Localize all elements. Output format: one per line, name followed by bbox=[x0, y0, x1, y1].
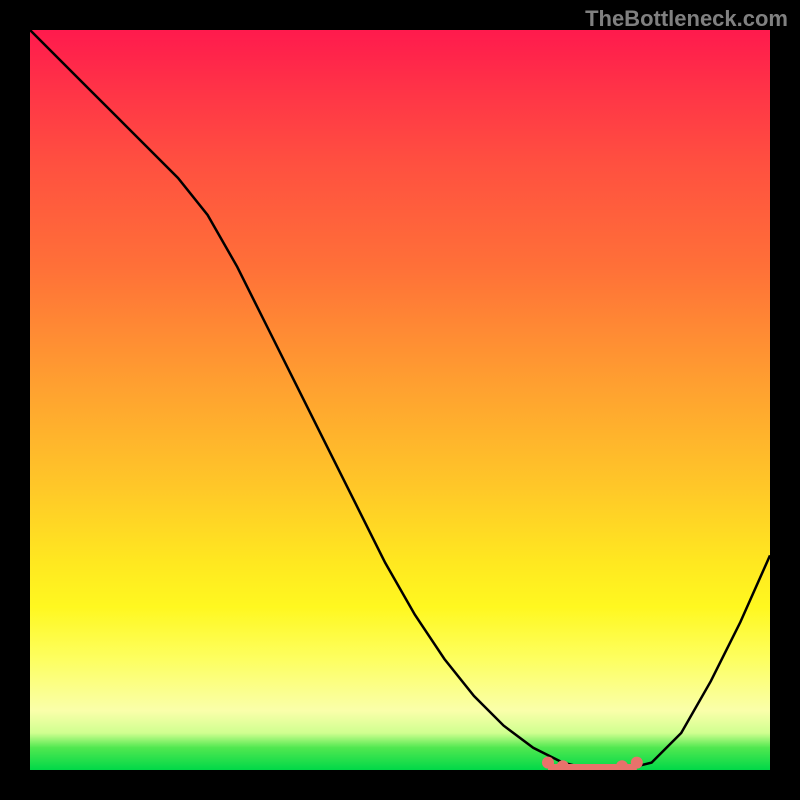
watermark-text: TheBottleneck.com bbox=[585, 6, 788, 32]
plot-area bbox=[30, 30, 770, 770]
valley-bar bbox=[548, 764, 637, 770]
chart-svg bbox=[30, 30, 770, 770]
chart-container: TheBottleneck.com bbox=[0, 0, 800, 800]
curve-line bbox=[30, 30, 770, 770]
